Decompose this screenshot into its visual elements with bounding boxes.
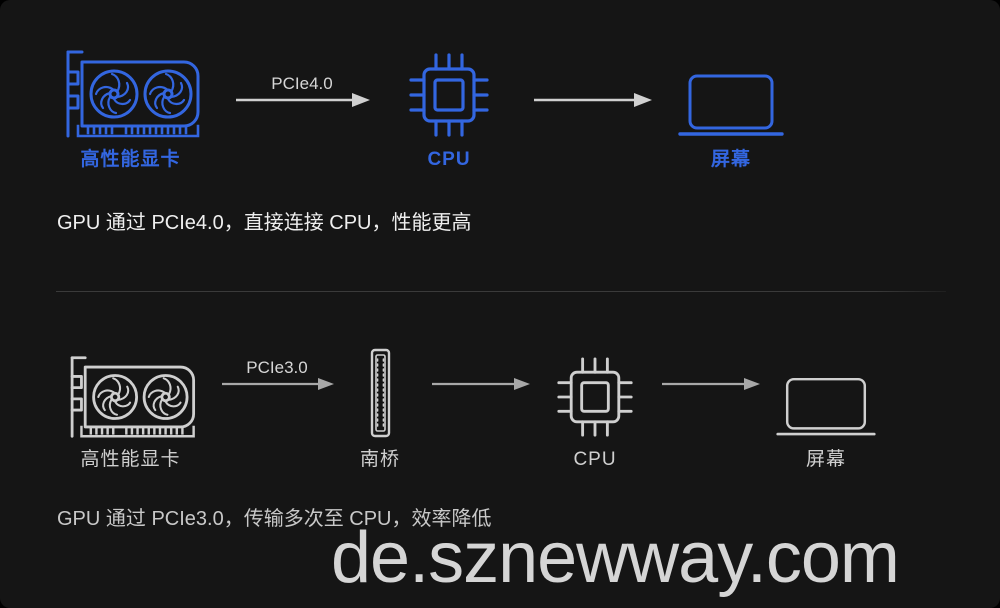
- graphics-card-icon: [48, 40, 213, 140]
- southbridge-slot-icon: [330, 340, 430, 440]
- node-label: CPU: [573, 449, 617, 470]
- node-cpu-row2: CPU: [545, 340, 645, 469]
- node-graphics-card-row2: 高性能显卡: [48, 340, 213, 469]
- arrow-southbridge-to-cpu: [430, 348, 530, 392]
- arrow-pcie3: PCIe3.0: [220, 348, 334, 392]
- diagram-canvas: 高性能显卡 PCIe4.0 CPU 屏幕 GPU 通过 PCIe4.0，直接连接…: [0, 0, 1000, 608]
- node-screen-row1: 屏幕: [668, 40, 794, 169]
- caption-pcie4: GPU 通过 PCIe4.0，直接连接 CPU，性能更高: [57, 212, 472, 234]
- cpu-chip-icon: [385, 40, 513, 140]
- node-label: 高性能显卡: [80, 449, 181, 470]
- node-label: CPU: [427, 149, 471, 170]
- graphics-card-icon: [48, 340, 213, 440]
- node-cpu-row1: CPU: [385, 40, 513, 169]
- node-label: 屏幕: [710, 149, 751, 170]
- laptop-screen-icon: [668, 40, 794, 140]
- watermark: de.sznewway.com: [331, 518, 900, 598]
- node-label: 屏幕: [805, 449, 846, 470]
- arrow-pcie4: PCIe4.0: [234, 62, 370, 108]
- node-southbridge-row2: 南桥: [330, 340, 430, 469]
- cpu-chip-icon: [545, 340, 645, 440]
- node-label: 南桥: [359, 449, 400, 470]
- node-screen-row2: 屏幕: [770, 340, 882, 469]
- laptop-screen-icon: [770, 340, 882, 440]
- arrow-cpu-to-screen-row2: [660, 348, 760, 392]
- node-label: 高性能显卡: [80, 149, 181, 170]
- section-divider: [56, 291, 946, 292]
- node-graphics-card-row1: 高性能显卡: [48, 40, 213, 169]
- arrow-cpu-to-screen-row1: [532, 62, 652, 108]
